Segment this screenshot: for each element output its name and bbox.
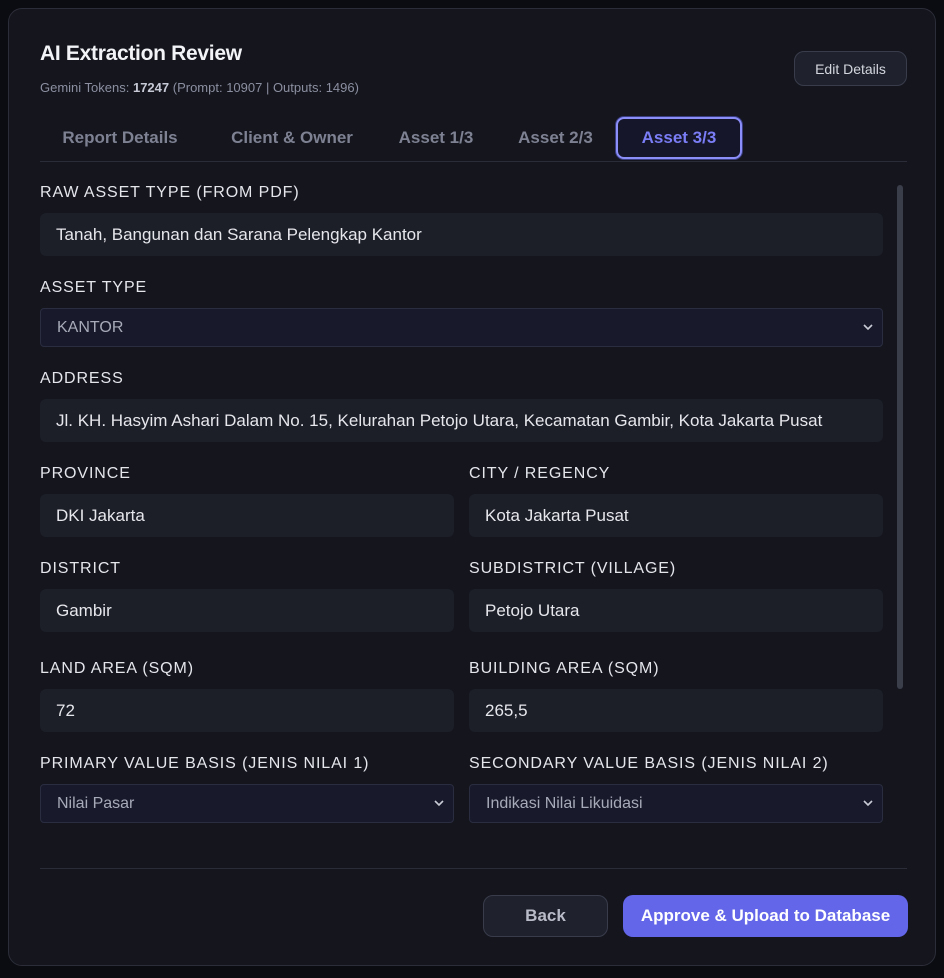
form-scrollbar[interactable] (897, 185, 903, 689)
footer-divider (40, 868, 907, 869)
district-label: DISTRICT (40, 560, 121, 577)
secondary-basis-select[interactable]: Indikasi Nilai Likuidasi (469, 784, 883, 823)
primary-basis-select[interactable]: Nilai Pasar (40, 784, 454, 823)
tab-client-owner[interactable]: Client & Owner (210, 117, 374, 159)
building-area-label: BUILDING AREA (SQM) (469, 660, 660, 677)
tokens-total: 17247 (132, 80, 170, 95)
approve-upload-button[interactable]: Approve & Upload to Database (623, 895, 908, 937)
secondary-basis-label: SECONDARY VALUE BASIS (JENIS NILAI 2) (469, 755, 829, 772)
primary-basis-label: PRIMARY VALUE BASIS (JENIS NILAI 1) (40, 755, 370, 772)
tab-asset-1[interactable]: Asset 1/3 (385, 117, 487, 159)
edit-details-button[interactable]: Edit Details (794, 51, 907, 86)
back-button[interactable]: Back (483, 895, 608, 937)
chevron-down-icon (863, 324, 873, 331)
building-area-input[interactable]: 265,5 (469, 689, 883, 732)
tokens-detail: (Prompt: 10907 | Outputs: 1496) (169, 80, 359, 95)
raw-asset-type-label: RAW ASSET TYPE (FROM PDF) (40, 184, 300, 201)
tab-bar: Report Details Client & Owner Asset 1/3 … (40, 117, 907, 162)
city-label: CITY / REGENCY (469, 465, 611, 482)
primary-basis-value: Nilai Pasar (57, 794, 135, 812)
city-input[interactable]: Kota Jakarta Pusat (469, 494, 883, 537)
subdistrict-label: SUBDISTRICT (VILLAGE) (469, 560, 677, 577)
asset-type-label: ASSET TYPE (40, 279, 148, 296)
asset-type-select[interactable]: KANTOR (40, 308, 883, 347)
tokens-label: Gemini Tokens: (40, 80, 133, 95)
chevron-down-icon (863, 800, 873, 807)
tab-report-details[interactable]: Report Details (40, 117, 200, 159)
chevron-down-icon (434, 800, 444, 807)
district-input[interactable]: Gambir (40, 589, 454, 632)
land-area-label: LAND AREA (SQM) (40, 660, 194, 677)
token-usage: Gemini Tokens: 17247 (Prompt: 10907 | Ou… (40, 80, 359, 95)
asset-form: RAW ASSET TYPE (FROM PDF) Tanah, Banguna… (40, 179, 892, 839)
address-input[interactable]: Jl. KH. Hasyim Ashari Dalam No. 15, Kelu… (40, 399, 883, 442)
subdistrict-input[interactable]: Petojo Utara (469, 589, 883, 632)
tab-asset-2[interactable]: Asset 2/3 (504, 117, 607, 159)
extraction-review-modal: AI Extraction Review Gemini Tokens: 1724… (8, 8, 936, 966)
province-input[interactable]: DKI Jakarta (40, 494, 454, 537)
land-area-input[interactable]: 72 (40, 689, 454, 732)
asset-type-value: KANTOR (57, 318, 124, 336)
address-label: ADDRESS (40, 370, 124, 387)
raw-asset-type-input[interactable]: Tanah, Bangunan dan Sarana Pelengkap Kan… (40, 213, 883, 256)
province-label: PROVINCE (40, 465, 131, 482)
tab-asset-3[interactable]: Asset 3/3 (616, 117, 742, 159)
page-title: AI Extraction Review (40, 42, 242, 65)
secondary-basis-value: Indikasi Nilai Likuidasi (486, 794, 643, 812)
